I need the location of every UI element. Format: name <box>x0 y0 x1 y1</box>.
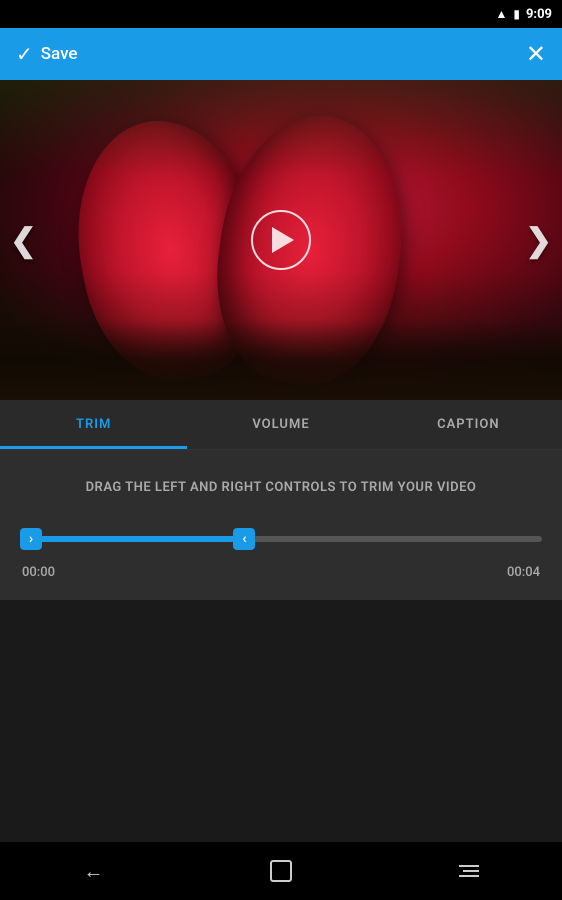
checkmark-icon: ✓ <box>16 42 33 66</box>
tabs: TRIM VOLUME CAPTION <box>0 400 562 450</box>
trim-start-time: 00:00 <box>22 565 55 580</box>
status-bar: ▲ ▮ 9:09 <box>0 0 562 28</box>
top-bar: ✓ Save ✕ <box>0 28 562 80</box>
trim-handle-left[interactable]: › <box>20 528 42 550</box>
trim-track <box>20 536 542 542</box>
video-ground-overlay <box>0 320 562 400</box>
save-label: Save <box>41 44 78 64</box>
video-area: ❮ ❯ <box>0 80 562 400</box>
home-nav-button[interactable] <box>270 860 292 882</box>
battery-icon: ▮ <box>513 7 520 21</box>
bottom-nav-bar: ← <box>0 842 562 900</box>
play-button[interactable] <box>251 210 311 270</box>
tab-volume[interactable]: VOLUME <box>187 400 374 449</box>
content-area: DRAG THE LEFT AND RIGHT CONTROLS TO TRIM… <box>0 450 562 600</box>
save-button[interactable]: ✓ Save <box>16 42 78 66</box>
tab-trim[interactable]: TRIM <box>0 400 187 449</box>
trim-instruction: DRAG THE LEFT AND RIGHT CONTROLS TO TRIM… <box>20 480 542 495</box>
wifi-icon: ▲ <box>495 7 507 21</box>
recents-icon <box>459 865 479 877</box>
status-time: 9:09 <box>526 7 552 22</box>
tab-caption[interactable]: CAPTION <box>375 400 562 449</box>
trim-handle-right[interactable]: ‹ <box>233 528 255 550</box>
home-icon <box>270 860 292 882</box>
left-arrow-icon: › <box>29 532 33 546</box>
next-button[interactable]: ❯ <box>525 221 552 259</box>
trim-end-time: 00:04 <box>507 565 540 580</box>
trim-times: 00:00 00:04 <box>20 565 542 580</box>
right-arrow-icon: ‹ <box>242 532 246 546</box>
prev-button[interactable]: ❮ <box>10 221 37 259</box>
recents-nav-button[interactable] <box>459 865 479 877</box>
trim-fill <box>20 536 244 542</box>
back-icon: ← <box>83 859 103 884</box>
close-button[interactable]: ✕ <box>526 40 546 68</box>
play-icon <box>272 227 294 253</box>
trim-slider[interactable]: › ‹ <box>20 523 542 555</box>
back-nav-button[interactable]: ← <box>83 859 103 884</box>
